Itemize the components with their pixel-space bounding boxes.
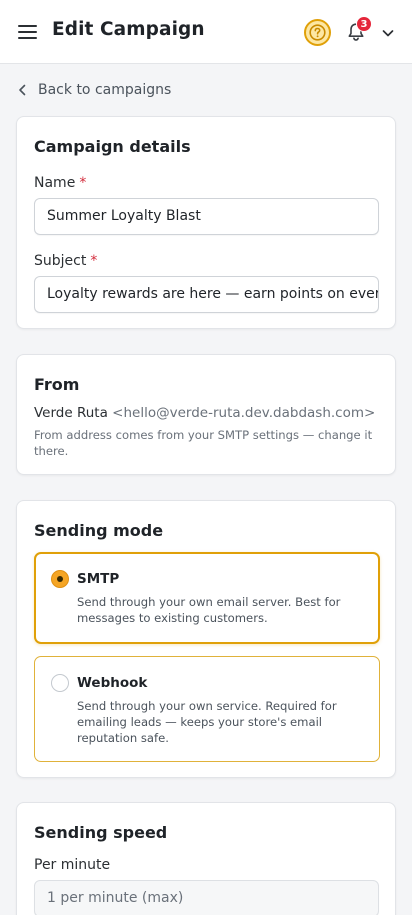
smtp-desc-line: Send through your own email server. Best… <box>77 595 341 609</box>
webhook-option-title: Webhook <box>77 675 148 691</box>
name-label-text: Name <box>34 175 76 191</box>
required-mark: * <box>79 175 87 191</box>
campaign-details-title: Campaign details <box>34 137 191 156</box>
sending-speed-title: Sending speed <box>34 823 168 842</box>
sending-mode-title: Sending mode <box>34 521 164 540</box>
webhook-option[interactable]: Webhook Send through your own service. R… <box>34 656 380 762</box>
back-link-label: Back to campaigns <box>38 82 172 98</box>
campaign-details-card: Campaign details Name * Summer Loyalty Bl… <box>16 116 396 329</box>
hamburger-menu-icon[interactable] <box>18 25 37 39</box>
sending-speed-card: Sending speed Per minute 1 per minute (m… <box>16 802 396 915</box>
back-to-campaigns-link[interactable]: Back to campaigns <box>18 80 171 100</box>
notification-badge: 3 <box>356 16 372 32</box>
webhook-option-description: Send through your own service. Required … <box>77 698 367 746</box>
chevron-down-icon[interactable] <box>381 25 395 39</box>
sender-name: Verde Ruta <box>34 405 108 421</box>
page-title: Edit Campaign <box>52 19 205 40</box>
from-help-text: From address comes from your SMTP settin… <box>34 427 372 459</box>
smtp-radio[interactable] <box>51 570 69 588</box>
name-input[interactable]: Summer Loyalty Blast <box>34 198 379 235</box>
webhook-radio[interactable] <box>51 674 69 692</box>
smtp-option-description: Send through your own email server. Best… <box>77 594 367 626</box>
per-minute-input[interactable]: 1 per minute (max) <box>34 880 379 915</box>
smtp-option-title: SMTP <box>77 571 120 587</box>
required-mark: * <box>90 253 98 269</box>
sender-email: <hello@verde-ruta.dev.dabdash.com> <box>112 405 376 421</box>
subject-input[interactable]: Loyalty rewards are here — earn points o… <box>34 276 379 313</box>
from-help-line: there. <box>34 444 69 458</box>
webhook-desc-line: Send through your own service. Required … <box>77 699 337 713</box>
top-bar: Edit Campaign 3 <box>0 0 412 64</box>
subject-label-text: Subject <box>34 253 87 269</box>
per-minute-label: Per minute <box>34 857 111 873</box>
chevron-left-icon <box>19 84 26 96</box>
name-label: Name * <box>34 175 86 191</box>
from-title: From <box>34 375 80 394</box>
from-card: From Verde Ruta <hello@verde-ruta.dev.da… <box>16 354 396 475</box>
webhook-desc-line: reputation safe. <box>77 731 169 745</box>
smtp-desc-line: messages to existing customers. <box>77 611 268 625</box>
webhook-desc-line: emailing leads — keeps your store's emai… <box>77 715 323 729</box>
from-help-line: From address comes from your SMTP settin… <box>34 428 373 442</box>
subject-label: Subject * <box>34 253 97 269</box>
sending-mode-card: Sending mode SMTP Send through your own … <box>16 500 396 778</box>
smtp-option[interactable]: SMTP Send through your own email server.… <box>34 552 380 644</box>
help-icon[interactable] <box>304 19 331 46</box>
from-address: Verde Ruta <hello@verde-ruta.dev.dabdash… <box>34 405 375 421</box>
